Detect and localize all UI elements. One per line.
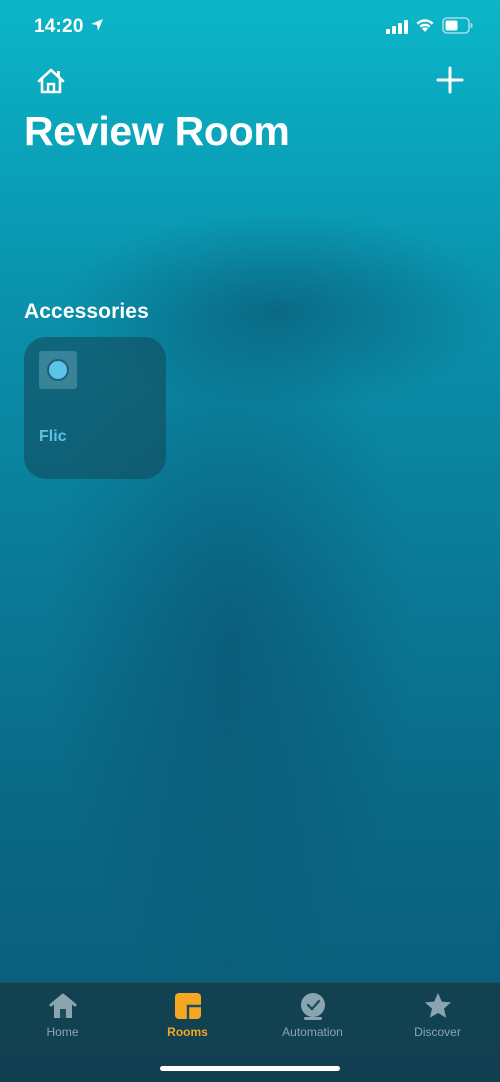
accessory-tile-flic[interactable]: Flic: [24, 337, 166, 479]
tab-label-home: Home: [46, 1025, 79, 1039]
star-icon: [424, 993, 451, 1018]
tab-label-rooms: Rooms: [167, 1025, 208, 1039]
home-indicator[interactable]: [160, 1066, 340, 1071]
accessory-name: Flic: [39, 428, 67, 445]
tab-home[interactable]: Home: [0, 991, 125, 1061]
wifi-icon: [416, 19, 434, 32]
tab-rooms[interactable]: Rooms: [125, 991, 250, 1061]
status-bar: 14:20: [0, 0, 500, 56]
status-time: 14:20: [34, 16, 84, 37]
location-arrow-icon: [91, 19, 103, 31]
page-title: Review Room: [24, 108, 290, 154]
house-icon: [49, 993, 76, 1018]
automation-clock-icon: [300, 993, 325, 1020]
battery-icon: [442, 17, 473, 34]
add-icon[interactable]: [432, 62, 468, 98]
section-title-accessories: Accessories: [24, 300, 149, 323]
tab-label-automation: Automation: [282, 1025, 343, 1039]
tab-label-discover: Discover: [414, 1025, 461, 1039]
cellular-signal-icon: [386, 20, 408, 34]
tab-automation[interactable]: Automation: [250, 991, 375, 1061]
flic-button-icon: [39, 351, 77, 389]
tab-discover[interactable]: Discover: [375, 991, 500, 1061]
rooms-icon: [174, 993, 201, 1019]
home-icon[interactable]: [34, 64, 68, 98]
